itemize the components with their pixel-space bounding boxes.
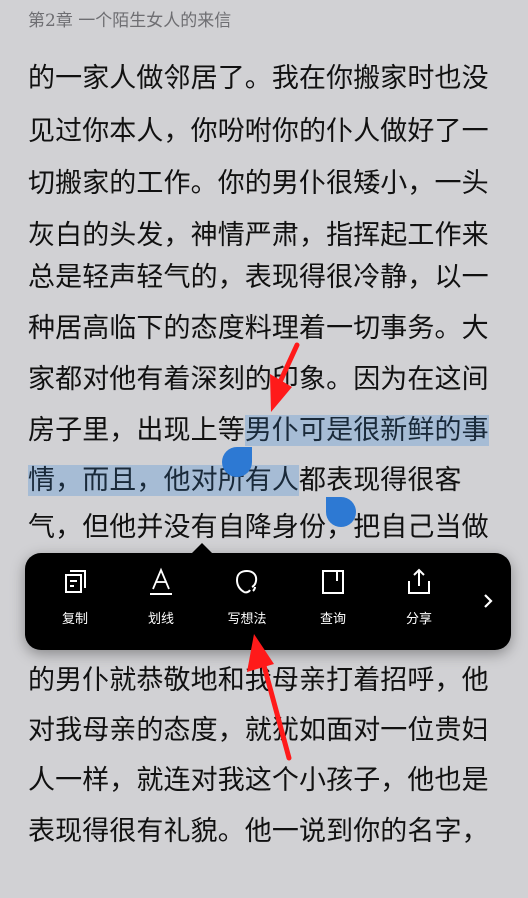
selection-toolbar: 复制 划线 写想法 查询 分享: [25, 543, 511, 650]
text-line: 总是轻声轻气的，表现得很冷静，以一: [28, 262, 489, 293]
text-segment: 都表现得很客: [299, 465, 462, 496]
text-line: 人一样，就连对我这个小孩子，他也是: [28, 765, 489, 796]
text-line-selection-start[interactable]: 房子里，出现上等男仆可是很新鲜的事: [28, 414, 508, 448]
chapter-title: 第2章 一个陌生女人的来信: [28, 11, 232, 31]
underline-icon: [150, 567, 172, 595]
underline-label: 划线: [147, 612, 174, 627]
text-segment: 房子里，出现上等: [28, 415, 245, 446]
share-button[interactable]: 分享: [379, 567, 459, 637]
text-line: 的男仆就恭敬地和我母亲打着招呼，他: [28, 665, 489, 696]
chevron-right-icon: [484, 594, 493, 608]
selection-end-handle[interactable]: [326, 497, 356, 527]
text-line: 的一家人做邻居了。我在你搬家时也没: [28, 63, 489, 94]
write-thought-label: 写想法: [227, 612, 267, 627]
thought-icon: [235, 569, 258, 594]
text-line: 见过你本人，你吩咐你的仆人做好了一: [28, 116, 489, 147]
text-line: 对我母亲的态度，就犹如面对一位贵妇: [28, 715, 489, 746]
lookup-label: 查询: [319, 612, 346, 627]
text-line: 种居高临下的态度料理着一切事务。大: [28, 313, 489, 344]
underline-button[interactable]: 划线: [121, 567, 201, 637]
text-line: 气，但他并没有自降身份，把自己当做: [28, 512, 489, 543]
text-line: 灰白的头发，神情严肃，指挥起工作来: [28, 220, 489, 251]
text-line: 表现得很有礼貌。他一说到你的名字，: [28, 816, 489, 847]
toolbar-pointer: [191, 543, 213, 554]
selected-text[interactable]: 情，而且，他对所有人: [28, 465, 299, 496]
lookup-icon: [322, 570, 344, 594]
selected-text[interactable]: 男仆可是很新鲜的事: [244, 415, 489, 446]
copy-button[interactable]: 复制: [35, 567, 115, 637]
selection-start-handle[interactable]: [222, 447, 252, 477]
share-label: 分享: [405, 612, 432, 627]
lookup-button[interactable]: 查询: [293, 567, 373, 637]
share-icon: [408, 568, 430, 594]
text-line: 家都对他有着深刻的印象。因为在这间: [28, 364, 489, 395]
text-line-selection-end[interactable]: 情，而且，他对所有人都表现得很客: [28, 464, 508, 498]
text-line: 切搬家的工作。你的男仆很矮小，一头: [28, 168, 489, 199]
write-thought-button[interactable]: 写想法: [207, 567, 287, 637]
copy-icon: [65, 570, 86, 593]
copy-label: 复制: [61, 612, 88, 627]
more-options-button[interactable]: [479, 591, 497, 611]
